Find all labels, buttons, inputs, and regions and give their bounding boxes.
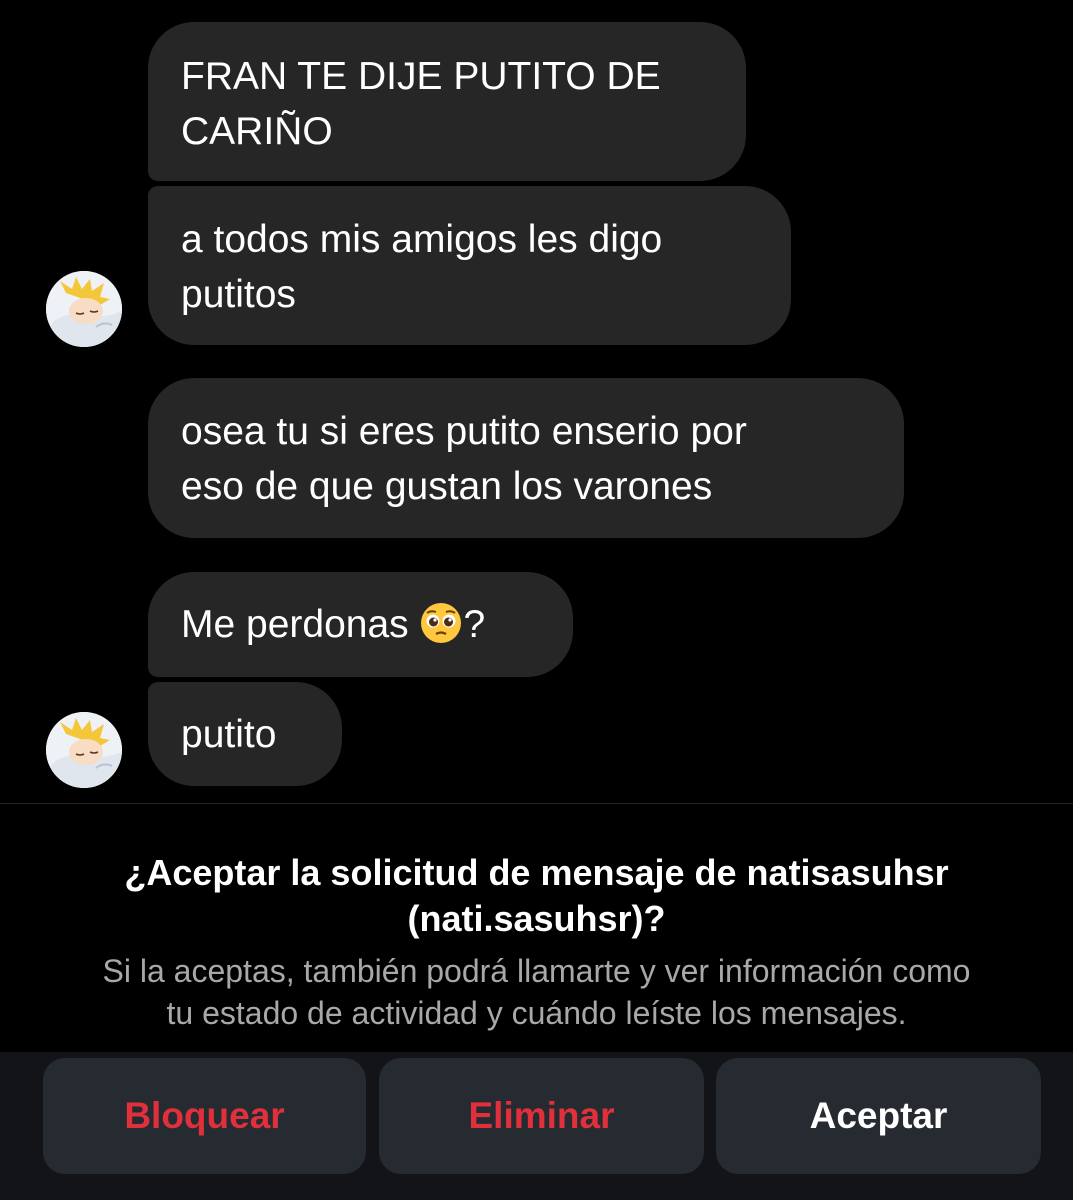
message-text-line: a todos mis amigos les digo	[181, 218, 663, 261]
message-bubble[interactable]: putito	[148, 682, 342, 786]
message-text: ?	[463, 603, 486, 646]
message-text-line: eso de que gustan los varones	[181, 465, 713, 508]
pleading-face-icon	[420, 602, 462, 659]
message-text-line: CARIÑO	[181, 110, 333, 153]
request-description: Si la aceptas, también podrá llamarte y …	[40, 950, 1033, 1034]
message-text: Me perdonas	[181, 603, 420, 646]
request-description-line: Si la aceptas, también podrá llamarte y …	[102, 953, 971, 989]
message-bubble[interactable]: osea tu si eres putito enserio por eso d…	[148, 378, 904, 538]
request-title-line: (nati.sasuhsr)?	[407, 898, 666, 939]
action-bar: Bloquear Eliminar Aceptar	[0, 1052, 1073, 1200]
avatar-image	[46, 271, 122, 347]
message-bubble[interactable]: Me perdonas ?	[148, 572, 573, 677]
message-text-line: FRAN TE DIJE PUTITO DE	[181, 55, 661, 98]
message-bubble[interactable]: a todos mis amigos les digo putitos	[148, 186, 791, 345]
message-bubble[interactable]: FRAN TE DIJE PUTITO DE CARIÑO	[148, 22, 746, 181]
accept-button[interactable]: Aceptar	[716, 1058, 1041, 1174]
block-button[interactable]: Bloquear	[43, 1058, 366, 1174]
request-description-line: tu estado de actividad y cuándo leíste l…	[166, 995, 907, 1031]
message-text-line: putitos	[181, 273, 296, 316]
delete-button[interactable]: Eliminar	[379, 1058, 704, 1174]
sender-avatar[interactable]	[46, 271, 122, 347]
avatar-image	[46, 712, 122, 788]
message-request-panel: ¿Aceptar la solicitud de mensaje de nati…	[0, 804, 1073, 1052]
sender-avatar[interactable]	[46, 712, 122, 788]
message-text-line: osea tu si eres putito enserio por	[181, 410, 747, 453]
request-title: ¿Aceptar la solicitud de mensaje de nati…	[40, 850, 1033, 942]
message-thread: FRAN TE DIJE PUTITO DE CARIÑO a todos mi…	[0, 0, 1073, 803]
message-text-line: putito	[181, 713, 277, 756]
request-title-line: ¿Aceptar la solicitud de mensaje de nati…	[124, 852, 949, 893]
